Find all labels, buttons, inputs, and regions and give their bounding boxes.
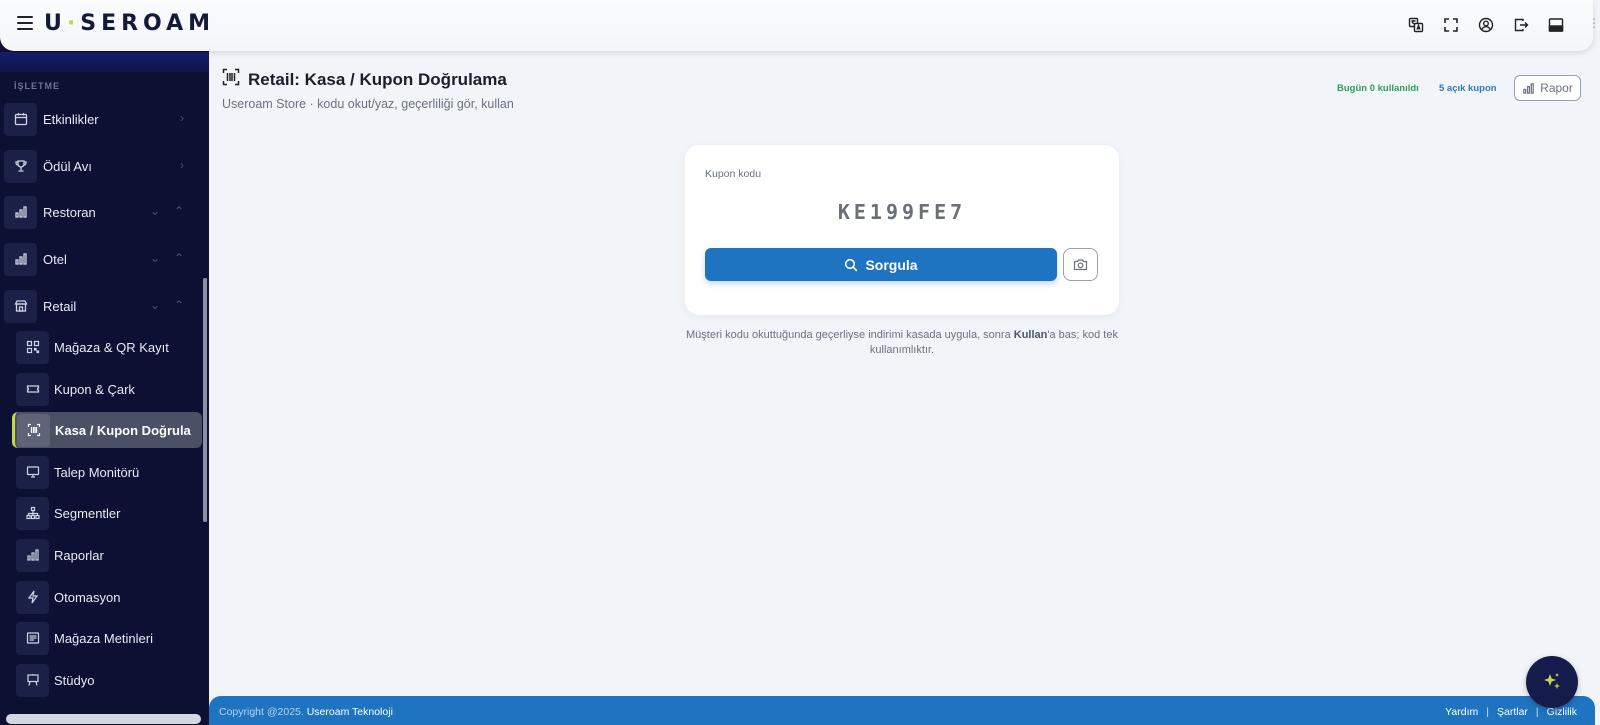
help-text: Müşteri kodu okuttuğunda geçerliyse indi… xyxy=(686,329,1118,356)
text-icon xyxy=(16,621,49,655)
panel-layout-icon[interactable] xyxy=(1547,16,1565,34)
sidebar-horizontal-scrollbar[interactable] xyxy=(6,714,201,724)
page-header: Retail: Kasa / Kupon Doğrulama Useroam S… xyxy=(222,68,514,111)
chevron-up-icon: ⌃ xyxy=(173,298,184,312)
logout-icon[interactable] xyxy=(1512,16,1530,34)
sidebar-item-label: Retail xyxy=(43,298,77,314)
sidebar-subitem-label: Raporlar xyxy=(54,547,104,563)
sidebar-section-label: İŞLETME xyxy=(14,81,61,91)
search-coupon-button[interactable]: Sorgula xyxy=(705,248,1057,281)
coupon-code-label: Kupon kodu xyxy=(705,168,762,180)
translate-icon[interactable] xyxy=(1407,16,1425,34)
sidebar-item-label: Otel xyxy=(43,251,67,267)
copyright: Copyright @2025. Useroam Teknoloji xyxy=(219,706,393,718)
sidebar-subitem-kupon-cark[interactable]: Kupon & Çark xyxy=(16,371,202,407)
sidebar-item-odul-avi[interactable]: Ödül Avı › xyxy=(4,148,200,184)
hamburger-menu-icon[interactable] xyxy=(17,16,33,30)
footer-link-help[interactable]: Yardım xyxy=(1445,706,1478,718)
sidebar-subitem-talep-monitoru[interactable]: Talep Monitörü xyxy=(16,454,202,490)
barcode-scan-icon xyxy=(222,68,240,91)
coupon-verify-card: Kupon kodu Sorgula xyxy=(685,145,1119,315)
company-link[interactable]: Useroam Teknoloji xyxy=(307,706,393,718)
store-icon xyxy=(4,289,37,323)
ticket-icon xyxy=(16,372,49,406)
chevron-down-icon: ⌄ xyxy=(149,251,160,265)
sidebar-item-retail[interactable]: Retail ⌄ ⌃ xyxy=(4,288,200,324)
sidebar-subitem-magaza-qr[interactable]: Mağaza & QR Kayıt xyxy=(16,329,202,365)
search-coupon-button-label: Sorgula xyxy=(865,256,918,273)
sidebar-item-etkinlikler[interactable]: Etkinlikler › xyxy=(4,101,200,137)
chevron-right-icon: › xyxy=(180,158,184,172)
sidebar-subitem-label: Stüdyo xyxy=(54,672,95,688)
sidebar-item-label: Restoran xyxy=(43,204,96,220)
chevron-right-icon: › xyxy=(180,111,184,125)
sparkle-icon xyxy=(1544,673,1560,689)
barcode-scan-icon xyxy=(17,413,50,447)
monitor-icon xyxy=(16,455,49,489)
report-button-label: Rapor xyxy=(1540,81,1573,95)
sidebar-subitem-label: Otomasyon xyxy=(54,589,121,605)
calendar-icon xyxy=(4,102,37,136)
top-header: U·SEROAM ⋮ xyxy=(0,0,1600,51)
sidebar-scrollbar[interactable] xyxy=(203,278,207,522)
bolt-icon xyxy=(16,580,49,614)
chevron-up-icon: ⌃ xyxy=(173,204,184,218)
bar-chart-icon xyxy=(16,538,49,572)
sidebar-subitem-studyo[interactable]: Stüdyo xyxy=(16,662,202,698)
qr-icon xyxy=(16,330,49,364)
more-vertical-icon[interactable]: ⋮ xyxy=(1588,16,1600,30)
sidebar-subitem-label: Mağaza & QR Kayıt xyxy=(54,339,169,355)
easel-icon xyxy=(16,663,49,697)
sidebar-subitem-label: Talep Monitörü xyxy=(54,464,140,480)
help-text-bold: Kullan xyxy=(1013,329,1048,341)
fullscreen-icon[interactable] xyxy=(1442,16,1460,34)
sidebar-subitem-label: Mağaza Metinleri xyxy=(54,630,153,646)
camera-scan-button[interactable] xyxy=(1063,248,1098,281)
sidebar: İŞLETME Etkinlikler › Ödül Avı › Restora… xyxy=(0,0,209,725)
sidebar-subitem-kasa-kupon-dogrula[interactable]: Kasa / Kupon Doğrula xyxy=(12,412,202,448)
sidebar-top-strip xyxy=(0,52,209,72)
chevron-down-icon: ⌄ xyxy=(149,204,160,218)
page-subtitle: Useroam Store · kodu okut/yaz, geçerlili… xyxy=(222,97,514,111)
chevron-down-icon: ⌄ xyxy=(149,298,160,312)
stat-open-coupons: 5 açık kupon xyxy=(1439,83,1497,94)
footer-link-terms[interactable]: Şartlar xyxy=(1497,706,1528,718)
sidebar-subitem-raporlar[interactable]: Raporlar xyxy=(16,537,202,573)
coupon-code-input[interactable] xyxy=(705,197,1099,227)
sidebar-item-otel[interactable]: Otel ⌄ ⌃ xyxy=(4,241,200,277)
footer-links: Yardım | Şartlar | Gizlilik xyxy=(1445,706,1577,718)
page-title: Retail: Kasa / Kupon Doğrulama xyxy=(248,69,507,89)
sidebar-subitem-magaza-metinleri[interactable]: Mağaza Metinleri xyxy=(16,620,202,656)
report-button[interactable]: Rapor xyxy=(1514,75,1581,101)
hierarchy-icon xyxy=(16,496,49,530)
sidebar-subitem-otomasyon[interactable]: Otomasyon xyxy=(16,579,202,615)
sidebar-item-label: Etkinlikler xyxy=(43,111,99,127)
bar-chart-icon xyxy=(1523,82,1534,94)
camera-icon xyxy=(1073,259,1088,271)
chevron-up-icon: ⌃ xyxy=(173,251,184,265)
trophy-icon xyxy=(4,149,37,183)
search-icon xyxy=(845,258,858,271)
ai-assistant-button[interactable] xyxy=(1526,656,1578,708)
sidebar-subitem-label: Segmentler xyxy=(54,505,121,521)
sidebar-subitem-label: Kupon & Çark xyxy=(54,381,135,397)
footer: Copyright @2025. Useroam Teknoloji Yardı… xyxy=(209,696,1595,725)
user-profile-icon[interactable] xyxy=(1477,16,1495,34)
stat-used-today: Bugün 0 kullanıldı xyxy=(1337,83,1419,94)
sidebar-item-restoran[interactable]: Restoran ⌄ ⌃ xyxy=(4,194,200,230)
sidebar-subitem-segmentler[interactable]: Segmentler xyxy=(16,495,202,531)
sidebar-item-label: Ödül Avı xyxy=(43,158,92,174)
sidebar-subitem-label: Kasa / Kupon Doğrula xyxy=(55,422,191,438)
app-logo[interactable]: U·SEROAM xyxy=(44,11,215,36)
chart-icon xyxy=(4,242,37,276)
chart-icon xyxy=(4,195,37,229)
